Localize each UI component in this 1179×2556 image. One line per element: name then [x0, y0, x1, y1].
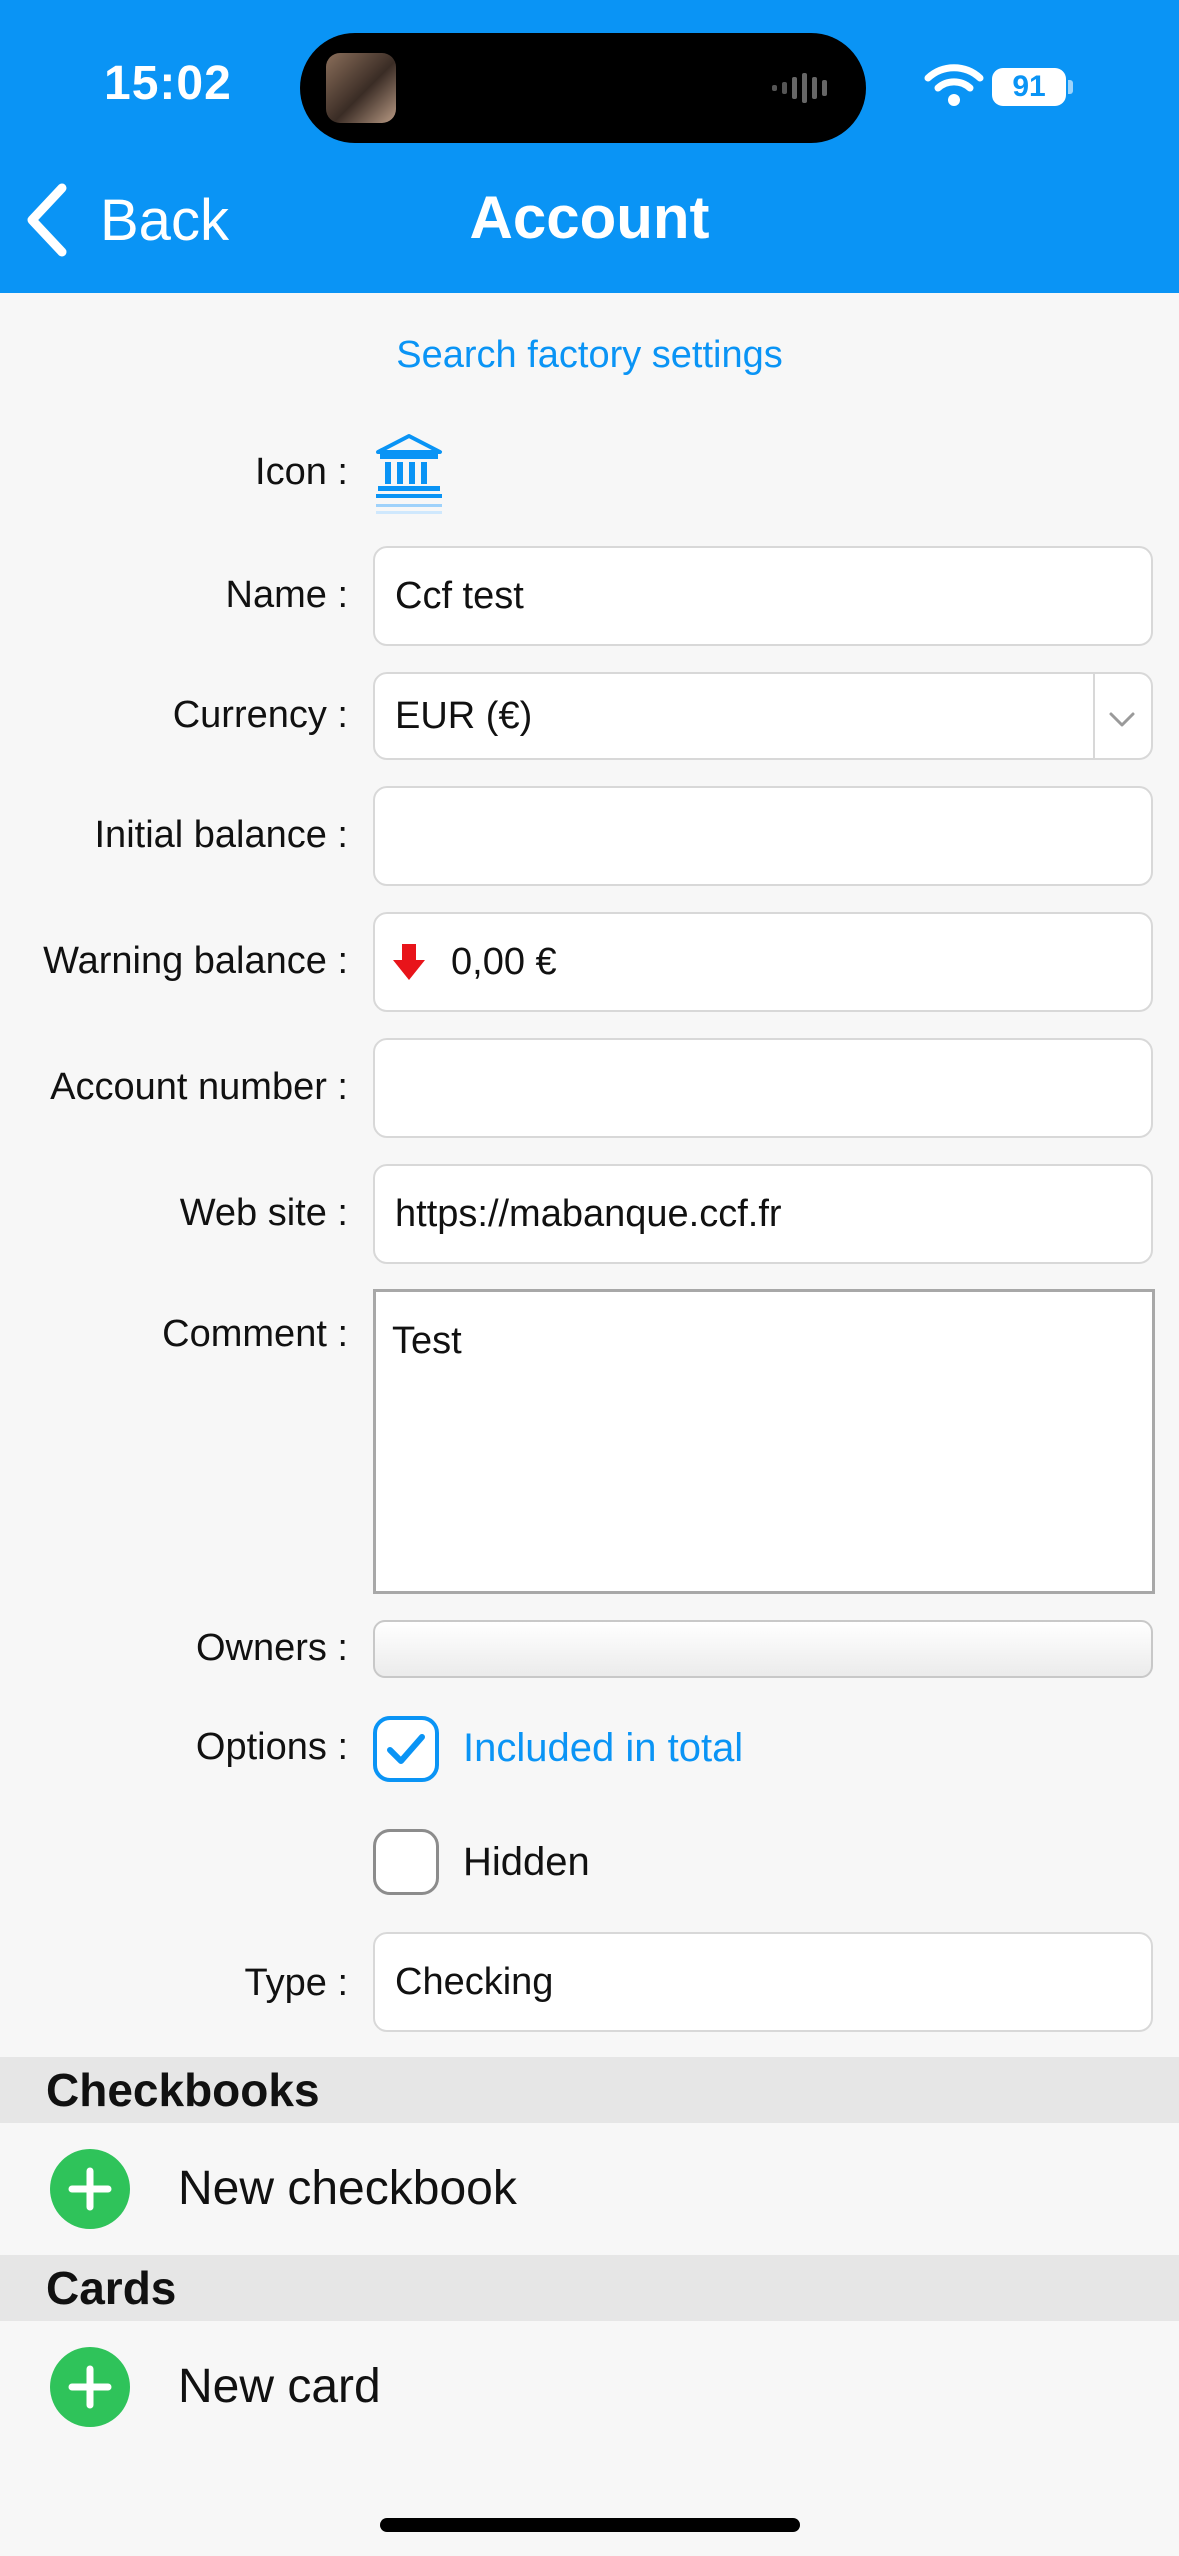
- options-label: Options :: [195, 1726, 348, 1768]
- battery-indicator: 91: [992, 68, 1066, 106]
- account-number-label: Account number :: [50, 1066, 348, 1108]
- home-indicator[interactable]: [380, 2518, 800, 2532]
- audio-waveform-icon: [772, 73, 827, 103]
- now-playing-artwork: [326, 53, 396, 123]
- section-header-checkbooks: Checkbooks: [0, 2057, 1179, 2123]
- included-in-total-label[interactable]: Included in total: [463, 1726, 743, 1771]
- select-divider: [1093, 674, 1095, 758]
- battery-cap: [1068, 80, 1073, 94]
- cards-title: Cards: [46, 2262, 177, 2314]
- add-icon: [50, 2149, 130, 2229]
- icon-label: Icon :: [255, 451, 348, 493]
- website-value: https://mabanque.ccf.fr: [395, 1192, 782, 1235]
- currency-value: EUR (€): [395, 694, 533, 737]
- new-card-row[interactable]: New card: [0, 2321, 1179, 2453]
- warning-balance-field[interactable]: 0,00 €: [373, 912, 1153, 1012]
- initial-balance-field[interactable]: [373, 786, 1153, 886]
- hidden-label[interactable]: Hidden: [463, 1840, 590, 1885]
- owners-selector[interactable]: [373, 1620, 1153, 1678]
- add-icon: [50, 2347, 130, 2427]
- new-checkbook-label: New checkbook: [178, 2162, 517, 2215]
- search-factory-settings-link[interactable]: Search factory settings: [0, 334, 1179, 377]
- name-value: Ccf test: [395, 574, 524, 617]
- page-title: Account: [469, 184, 710, 251]
- owners-label: Owners :: [195, 1627, 348, 1669]
- website-label: Web site :: [179, 1192, 348, 1234]
- hidden-checkbox[interactable]: [373, 1829, 439, 1895]
- comment-value: Test: [392, 1320, 462, 1362]
- new-card-label: New card: [178, 2360, 381, 2413]
- dynamic-island: [300, 33, 866, 143]
- bank-icon[interactable]: [372, 430, 446, 516]
- chevron-down-icon: [1109, 712, 1135, 727]
- warning-balance-value: 0,00 €: [451, 940, 557, 983]
- wifi-icon: [924, 64, 984, 106]
- section-header-cards: Cards: [0, 2255, 1179, 2321]
- checkbooks-title: Checkbooks: [46, 2064, 320, 2116]
- name-label: Name :: [225, 574, 348, 616]
- new-checkbook-row[interactable]: New checkbook: [0, 2123, 1179, 2255]
- checkmark-icon: [387, 1734, 425, 1764]
- status-time: 15:02: [104, 57, 232, 110]
- currency-label: Currency :: [172, 694, 348, 736]
- type-field[interactable]: Checking: [373, 1932, 1153, 2032]
- comment-textarea[interactable]: Test: [373, 1289, 1155, 1594]
- website-field[interactable]: https://mabanque.ccf.fr: [373, 1164, 1153, 1264]
- type-value: Checking: [395, 1960, 554, 2003]
- currency-select[interactable]: EUR (€): [373, 672, 1153, 760]
- included-in-total-checkbox[interactable]: [373, 1716, 439, 1782]
- initial-balance-label: Initial balance :: [94, 814, 349, 856]
- arrow-down-icon: [393, 944, 425, 980]
- comment-label: Comment :: [162, 1313, 348, 1355]
- name-field[interactable]: Ccf test: [373, 546, 1153, 646]
- warning-balance-label: Warning balance :: [43, 940, 348, 982]
- account-number-field[interactable]: [373, 1038, 1153, 1138]
- type-label: Type :: [244, 1962, 349, 2004]
- navigation-header: 15:02 91 Back Account: [0, 0, 1179, 293]
